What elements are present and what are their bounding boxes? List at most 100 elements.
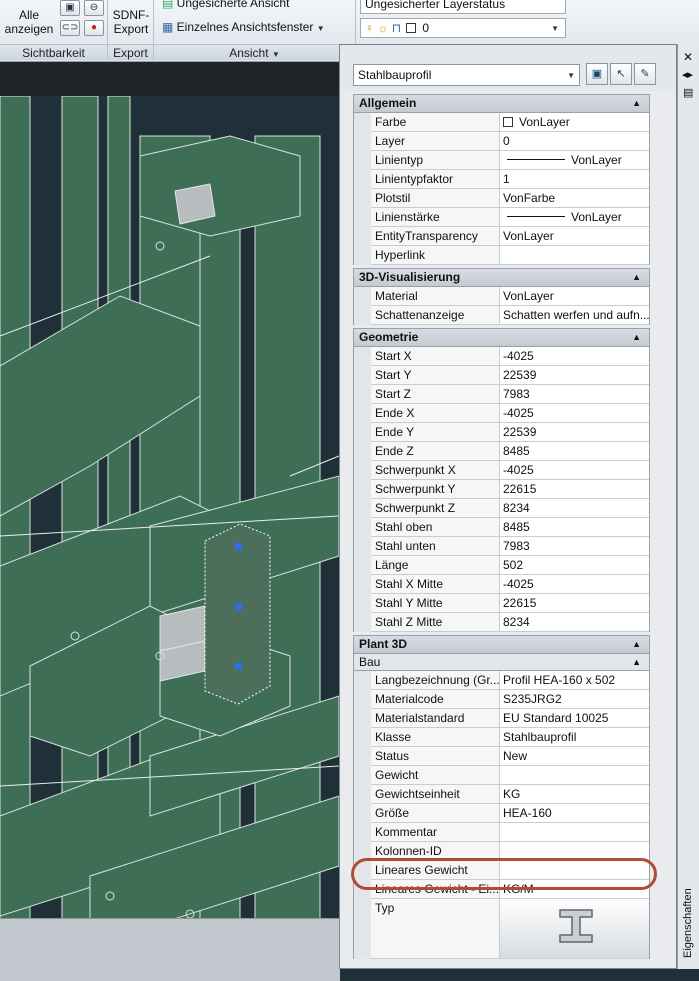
property-value[interactable]: 22539 — [500, 423, 649, 442]
property-value[interactable]: New — [500, 747, 649, 766]
property-value[interactable]: HEA-160 — [500, 804, 649, 823]
property-value[interactable] — [500, 246, 649, 265]
property-value[interactable] — [500, 766, 649, 785]
property-row[interactable]: Typ — [353, 899, 650, 959]
property-row[interactable]: Länge 502 — [353, 556, 650, 575]
toggle-icon[interactable]: ● — [84, 20, 104, 36]
property-value[interactable]: -4025 — [500, 575, 649, 594]
property-value[interactable]: -4025 — [500, 461, 649, 480]
collapse-icon[interactable]: ▲ — [632, 329, 641, 346]
property-value[interactable]: VonLayer — [500, 113, 649, 132]
properties-menu-icon[interactable]: ▤ — [683, 86, 693, 99]
property-row[interactable]: Schwerpunkt X -4025 — [353, 461, 650, 480]
property-value[interactable] — [500, 899, 649, 959]
property-value[interactable]: Stahlbauprofil — [500, 728, 649, 747]
property-row[interactable]: Hyperlink — [353, 246, 650, 265]
property-value[interactable]: 8234 — [500, 613, 649, 632]
property-row[interactable]: Kommentar — [353, 823, 650, 842]
single-viewport-dropdown[interactable]: ▦ Einzelnes Ansichtsfenster ▼ — [158, 18, 350, 38]
category-3d-visualisierung[interactable]: 3D-Visualisierung ▲ — [353, 268, 650, 287]
category-plant-3d[interactable]: Plant 3D ▲ — [353, 635, 650, 654]
property-row[interactable]: Plotstil VonFarbe — [353, 189, 650, 208]
property-value[interactable]: 22539 — [500, 366, 649, 385]
collapse-icon[interactable]: ▲ — [632, 636, 641, 653]
property-row[interactable]: Ende Z 8485 — [353, 442, 650, 461]
property-row[interactable]: Start Y 22539 — [353, 366, 650, 385]
property-value[interactable]: 502 — [500, 556, 649, 575]
property-row[interactable]: Start X -4025 — [353, 347, 650, 366]
property-value[interactable]: VonLayer — [500, 208, 649, 227]
quick-select-icon[interactable]: ▣ — [586, 63, 608, 85]
property-row[interactable]: Linienstärke VonLayer — [353, 208, 650, 227]
property-value[interactable]: 8485 — [500, 442, 649, 461]
category-allgemein[interactable]: Allgemein ▲ — [353, 94, 650, 113]
collapse-icon[interactable]: ▲ — [632, 269, 641, 286]
property-row[interactable]: Stahl unten 7983 — [353, 537, 650, 556]
property-row[interactable]: Gewicht — [353, 766, 650, 785]
property-row[interactable]: Gewichtseinheit KG — [353, 785, 650, 804]
property-value[interactable]: -4025 — [500, 347, 649, 366]
collapse-icon[interactable]: ▲ — [632, 95, 641, 112]
unsaved-view-dropdown[interactable]: ▤ Ungesicherte Ansicht — [158, 0, 350, 14]
property-value-text: 7983 — [503, 387, 530, 401]
property-value[interactable] — [500, 823, 649, 842]
property-value[interactable]: S235JRG2 — [500, 690, 649, 709]
layer-status-dropdown[interactable]: Ungesicherter Layerstatus — [360, 0, 566, 14]
subcategory-bau[interactable]: Bau ▲ — [353, 654, 650, 671]
property-row[interactable]: Linientypfaktor 1 — [353, 170, 650, 189]
property-row[interactable]: Schwerpunkt Z 8234 — [353, 499, 650, 518]
property-row[interactable]: Status New — [353, 747, 650, 766]
property-row[interactable]: Layer 0 — [353, 132, 650, 151]
collapse-icon[interactable]: ▲ — [632, 654, 641, 670]
show-all-button[interactable]: Alle anzeigen — [4, 8, 54, 36]
property-value[interactable]: 8234 — [500, 499, 649, 518]
select-objects-icon[interactable]: ↖ — [610, 63, 632, 85]
property-value[interactable]: 8485 — [500, 518, 649, 537]
object-type-dropdown[interactable]: Stahlbauprofil ▼ — [353, 64, 580, 86]
property-value[interactable]: KG — [500, 785, 649, 804]
property-row[interactable]: Ende Y 22539 — [353, 423, 650, 442]
ansicht-group-label[interactable]: Ansicht ▼ — [154, 44, 355, 60]
property-row[interactable]: Materialstandard EU Standard 10025 — [353, 709, 650, 728]
property-value[interactable]: 22615 — [500, 480, 649, 499]
hide-icon[interactable]: ⊖ — [84, 0, 104, 16]
isolate-icon[interactable]: ▣ — [60, 0, 80, 16]
property-row[interactable]: EntityTransparency VonLayer — [353, 227, 650, 246]
property-row[interactable]: Stahl Z Mitte 8234 — [353, 613, 650, 632]
property-value[interactable]: VonLayer — [500, 287, 649, 306]
property-value[interactable]: Profil HEA-160 x 502 — [500, 671, 649, 690]
sdnf-export-button[interactable]: SDNF- Export — [110, 8, 152, 36]
property-row[interactable]: Größe HEA-160 — [353, 804, 650, 823]
property-row[interactable]: Start Z 7983 — [353, 385, 650, 404]
property-value[interactable]: -4025 — [500, 404, 649, 423]
property-value[interactable]: Schatten werfen und aufn... — [500, 306, 649, 325]
property-value[interactable]: EU Standard 10025 — [500, 709, 649, 728]
property-value[interactable]: 22615 — [500, 594, 649, 613]
pickadd-icon[interactable]: ✎ — [634, 63, 656, 85]
property-row[interactable]: Material VonLayer — [353, 287, 650, 306]
property-value[interactable]: 1 — [500, 170, 649, 189]
property-row[interactable]: Schwerpunkt Y 22615 — [353, 480, 650, 499]
property-row[interactable]: Farbe VonLayer — [353, 113, 650, 132]
property-value[interactable]: VonLayer — [500, 151, 649, 170]
property-row[interactable]: Stahl X Mitte -4025 — [353, 575, 650, 594]
autohide-icon[interactable]: ◂▸ — [682, 68, 693, 81]
property-row[interactable]: Klasse Stahlbauprofil — [353, 728, 650, 747]
property-value[interactable]: VonFarbe — [500, 189, 649, 208]
close-icon[interactable]: ✕ — [683, 50, 693, 64]
row-indent — [354, 537, 371, 556]
property-value[interactable]: 7983 — [500, 385, 649, 404]
property-row[interactable]: Schattenanzeige Schatten werfen und aufn.… — [353, 306, 650, 325]
property-row[interactable]: Langbezeichnung (Gr... Profil HEA-160 x 5… — [353, 671, 650, 690]
property-value[interactable]: 0 — [500, 132, 649, 151]
link-icon[interactable]: ⊂⊃ — [60, 20, 80, 36]
property-row[interactable]: Stahl Y Mitte 22615 — [353, 594, 650, 613]
property-row[interactable]: Ende X -4025 — [353, 404, 650, 423]
property-value[interactable]: 7983 — [500, 537, 649, 556]
layer-dropdown[interactable]: ♀ ☼ ⊓ 0 ▼ — [360, 18, 566, 38]
category-geometrie[interactable]: Geometrie ▲ — [353, 328, 650, 347]
property-row[interactable]: Materialcode S235JRG2 — [353, 690, 650, 709]
property-row[interactable]: Linientyp VonLayer — [353, 151, 650, 170]
property-value[interactable]: VonLayer — [500, 227, 649, 246]
property-row[interactable]: Stahl oben 8485 — [353, 518, 650, 537]
